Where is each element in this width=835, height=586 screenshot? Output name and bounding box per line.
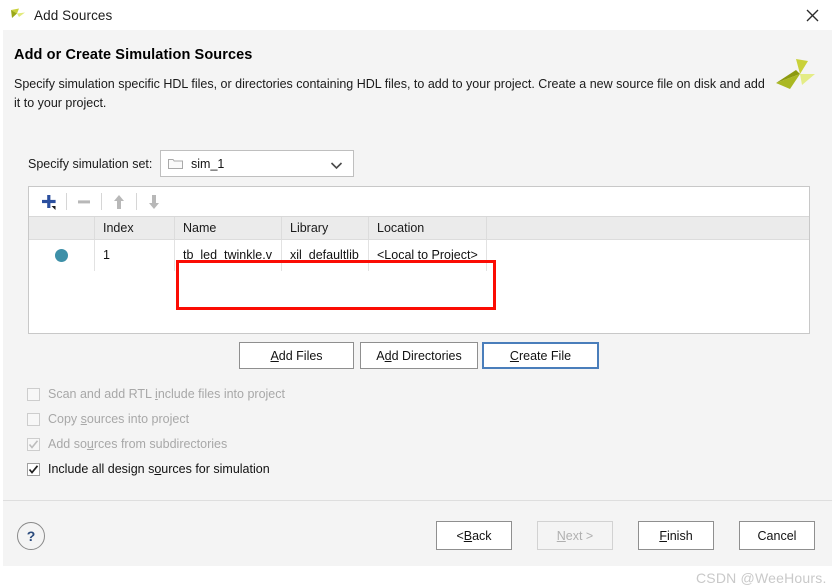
close-icon[interactable] bbox=[789, 0, 835, 30]
table-row[interactable]: 1 tb_led_twinkle.v xil_defaultlib <Local… bbox=[29, 240, 809, 271]
back-prefix: < bbox=[456, 528, 464, 543]
cancel-button[interactable]: Cancel bbox=[739, 521, 815, 550]
xilinx-logo-icon bbox=[770, 57, 816, 103]
checkbox-label: Include all design sources for simulatio… bbox=[48, 462, 270, 476]
add-files-label: dd Files bbox=[278, 348, 323, 363]
column-header-library[interactable]: Library bbox=[282, 217, 369, 239]
footer-divider bbox=[3, 500, 832, 501]
toolbar-divider bbox=[66, 193, 67, 210]
checkbox-add-subdirectories[interactable]: Add sources from subdirectories bbox=[27, 435, 227, 453]
cell-library: xil_defaultlib bbox=[282, 240, 369, 271]
checkbox-box-checked-icon bbox=[27, 462, 40, 476]
checkbox-label: Scan and add RTL include files into proj… bbox=[48, 387, 285, 401]
checkbox-box-icon bbox=[27, 412, 40, 426]
chevron-down-icon bbox=[330, 159, 343, 173]
add-directories-button[interactable]: Add Directories bbox=[360, 342, 478, 369]
checkbox-box-checked-icon bbox=[27, 437, 40, 451]
simulation-set-value: sim_1 bbox=[191, 156, 225, 171]
page-description: Specify simulation specific HDL files, o… bbox=[14, 77, 765, 110]
checkbox-scan-add-rtl-include[interactable]: Scan and add RTL include files into proj… bbox=[27, 385, 285, 403]
help-button[interactable]: ? bbox=[17, 522, 45, 550]
cell-index: 1 bbox=[95, 240, 175, 271]
column-header-name[interactable]: Name bbox=[175, 217, 282, 239]
checkbox-label: Add sources from subdirectories bbox=[48, 437, 228, 451]
move-down-button[interactable] bbox=[140, 190, 168, 214]
column-header-filler bbox=[487, 217, 809, 239]
page-title: Add or Create Simulation Sources bbox=[14, 47, 253, 63]
toolbar-divider bbox=[101, 193, 102, 210]
back-button[interactable]: < Back bbox=[436, 521, 512, 550]
finish-label: inish bbox=[666, 528, 693, 543]
dialog-body: Add or Create Simulation Sources Specify… bbox=[3, 30, 832, 586]
finish-button[interactable]: Finish bbox=[638, 521, 714, 550]
simulation-set-row: Specify simulation set: sim_1 bbox=[3, 150, 832, 182]
checkbox-copy-sources[interactable]: Copy sources into project bbox=[27, 410, 189, 428]
header-area: Add or Create Simulation Sources Specify… bbox=[3, 30, 832, 138]
sources-table-panel: Index Name Library Location 1 tb_led_twi… bbox=[28, 186, 810, 334]
checkbox-label: Copy sources into project bbox=[48, 412, 190, 426]
window-title: Add Sources bbox=[34, 7, 113, 23]
checkbox-include-all-design-sources[interactable]: Include all design sources for simulatio… bbox=[27, 460, 270, 478]
add-files-button[interactable]: Add Files bbox=[239, 342, 354, 369]
cell-name: tb_led_twinkle.v bbox=[175, 240, 282, 271]
window-titlebar: Add Sources bbox=[0, 0, 835, 30]
back-label: ack bbox=[472, 528, 492, 543]
simulation-set-label: Specify simulation set: bbox=[28, 157, 153, 171]
cell-filler bbox=[487, 240, 809, 271]
sources-table-toolbar bbox=[29, 187, 809, 217]
watermark-text: CSDN @WeeHours. bbox=[696, 570, 827, 586]
create-file-label: reate File bbox=[518, 348, 572, 363]
next-mnemonic: N bbox=[556, 528, 566, 543]
column-header-status[interactable] bbox=[29, 217, 95, 239]
create-file-button[interactable]: Create File bbox=[482, 342, 599, 369]
add-source-button[interactable] bbox=[35, 190, 63, 214]
simulation-set-dropdown[interactable]: sim_1 bbox=[160, 150, 354, 177]
next-button: Next > bbox=[537, 521, 613, 550]
add-files-mnemonic: A bbox=[270, 348, 279, 363]
column-header-index[interactable]: Index bbox=[95, 217, 175, 239]
remove-source-button[interactable] bbox=[70, 190, 98, 214]
add-dirs-label: d Directories bbox=[391, 348, 462, 363]
next-label: ext > bbox=[565, 528, 594, 543]
status-dot-icon bbox=[55, 249, 68, 262]
back-mnemonic: B bbox=[463, 528, 473, 543]
source-action-buttons: Add Files Add Directories Create File bbox=[3, 342, 832, 370]
checkbox-box-icon bbox=[27, 387, 40, 401]
toolbar-divider bbox=[136, 193, 137, 210]
column-header-location[interactable]: Location bbox=[369, 217, 487, 239]
sources-table-header: Index Name Library Location bbox=[29, 217, 809, 240]
cell-location: <Local to Project> bbox=[369, 240, 487, 271]
finish-mnemonic: F bbox=[659, 528, 667, 543]
add-dirs-mnemonic: d bbox=[384, 348, 392, 363]
folder-icon bbox=[168, 157, 183, 170]
add-dirs-prefix: A bbox=[376, 348, 385, 363]
move-up-button[interactable] bbox=[105, 190, 133, 214]
row-status-indicator bbox=[29, 240, 95, 271]
create-file-mnemonic: C bbox=[509, 348, 519, 363]
vivado-logo-icon bbox=[9, 6, 27, 24]
